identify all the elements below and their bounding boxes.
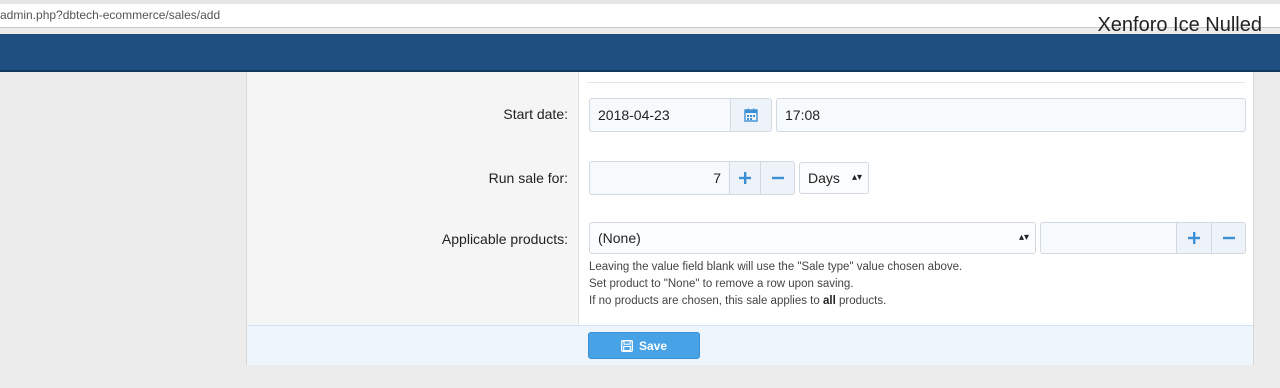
save-button[interactable]: Save — [588, 332, 700, 359]
url-text[interactable]: admin.php?dbtech-ecommerce/sales/add — [0, 8, 220, 22]
plus-icon — [1188, 232, 1200, 244]
run-sale-amount-input[interactable]: 7 — [589, 161, 730, 195]
explain-line-1: Leaving the value field blank will use t… — [589, 261, 963, 273]
minus-icon — [1222, 236, 1235, 240]
browser-top-strip — [0, 0, 1280, 4]
remove-row-button[interactable] — [1211, 222, 1246, 254]
calendar-button[interactable] — [730, 98, 772, 132]
product-value-input[interactable] — [1040, 222, 1177, 254]
start-date-label: Start date: — [503, 106, 568, 122]
run-sale-unit-value: Days — [808, 170, 840, 186]
select-arrows-icon: ▴▾ — [1018, 232, 1029, 243]
run-sale-unit-select[interactable]: Days ▴▾ — [799, 162, 869, 194]
start-date-input[interactable]: 2018-04-23 — [589, 98, 731, 132]
start-time-input[interactable]: 17:08 — [776, 98, 1246, 132]
admin-header-bar — [0, 34, 1280, 72]
decrease-button[interactable] — [760, 161, 795, 195]
calendar-icon — [744, 108, 758, 122]
explain-line-3-end: products. — [835, 295, 887, 307]
save-icon — [621, 339, 633, 352]
increase-button[interactable] — [729, 161, 761, 195]
product-select-value: (None) — [598, 230, 641, 246]
explain-line-3-bold: all — [822, 295, 836, 307]
applicable-products-label: Applicable products: — [441, 231, 568, 247]
plus-icon — [739, 172, 751, 184]
watermark-text: Xenforo Ice Nulled — [1097, 14, 1262, 36]
product-select[interactable]: (None) ▴▾ — [589, 222, 1036, 254]
save-button-label: Save — [638, 338, 668, 353]
section-divider — [587, 82, 1245, 83]
sale-form-panel: Start date: 2018-04-23 17:08 Run sale fo… — [246, 72, 1254, 365]
add-row-button[interactable] — [1176, 222, 1212, 254]
form-submit-row: Save — [247, 325, 1253, 365]
explain-line-2: Set product to "None" to remove a row up… — [589, 278, 854, 290]
select-arrows-icon: ▴▾ — [851, 172, 862, 183]
minus-icon — [771, 176, 784, 180]
explain-line-3: If no products are chosen, this sale app… — [589, 295, 886, 307]
run-sale-label: Run sale for: — [488, 170, 568, 186]
browser-url-bar[interactable]: admin.php?dbtech-ecommerce/sales/add — [0, 0, 1280, 28]
explain-line-3-start: If no products are chosen, this sale app… — [589, 295, 823, 307]
